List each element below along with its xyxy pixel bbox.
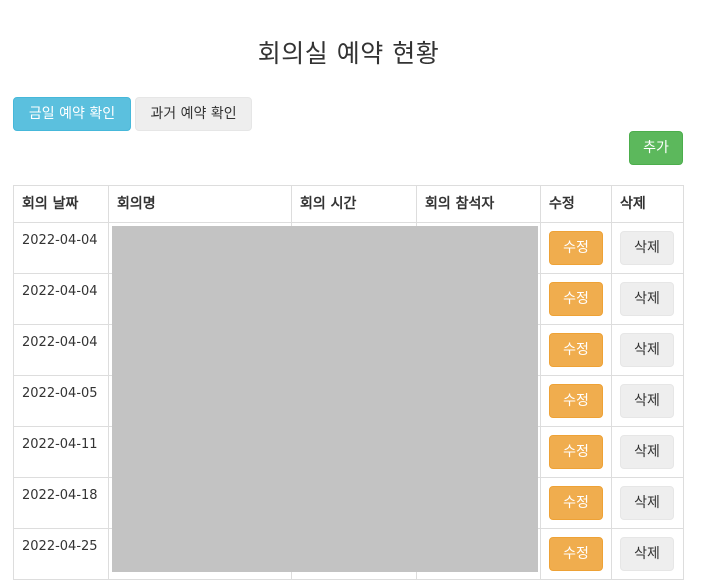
past-reservations-button[interactable]: 과거 예약 확인	[135, 97, 252, 131]
today-reservations-button[interactable]: 금일 예약 확인	[13, 97, 131, 131]
page-title: 회의실 예약 현황	[257, 39, 440, 68]
edit-button[interactable]: 수정	[549, 435, 603, 469]
header-meeting-time: 회의 시간	[291, 185, 417, 223]
edit-button[interactable]: 수정	[549, 282, 603, 316]
meeting-date: 2022-04-04	[13, 273, 109, 325]
delete-cell: 삭제	[611, 324, 684, 376]
delete-cell: 삭제	[611, 477, 684, 529]
add-button[interactable]: 추가	[629, 131, 683, 165]
delete-button[interactable]: 삭제	[620, 486, 674, 520]
header-date: 회의 날짜	[13, 185, 109, 223]
meeting-date: 2022-04-04	[13, 222, 109, 274]
meeting-date: 2022-04-18	[13, 477, 109, 529]
header-meeting-name: 회의명	[108, 185, 292, 223]
edit-cell: 수정	[540, 324, 612, 376]
delete-button[interactable]: 삭제	[620, 537, 674, 571]
delete-button[interactable]: 삭제	[620, 333, 674, 367]
delete-cell: 삭제	[611, 273, 684, 325]
edit-cell: 수정	[540, 528, 612, 580]
delete-cell: 삭제	[611, 426, 684, 478]
edit-button[interactable]: 수정	[549, 537, 603, 571]
delete-cell: 삭제	[611, 528, 684, 580]
edit-cell: 수정	[540, 273, 612, 325]
edit-cell: 수정	[540, 222, 612, 274]
edit-cell: 수정	[540, 375, 612, 427]
edit-cell: 수정	[540, 426, 612, 478]
delete-button[interactable]: 삭제	[620, 435, 674, 469]
meeting-date: 2022-04-11	[13, 426, 109, 478]
edit-button[interactable]: 수정	[549, 486, 603, 520]
table-header-row: 회의 날짜 회의명 회의 시간 회의 참석자 수정 삭제	[13, 185, 684, 223]
header-delete: 삭제	[611, 185, 684, 223]
redacted-area	[112, 226, 538, 572]
delete-button[interactable]: 삭제	[620, 231, 674, 265]
delete-cell: 삭제	[611, 222, 684, 274]
delete-button[interactable]: 삭제	[620, 282, 674, 316]
edit-button[interactable]: 수정	[549, 384, 603, 418]
delete-button[interactable]: 삭제	[620, 384, 674, 418]
meeting-date: 2022-04-05	[13, 375, 109, 427]
header-edit: 수정	[540, 185, 612, 223]
edit-button[interactable]: 수정	[549, 231, 603, 265]
meeting-date: 2022-04-25	[13, 528, 109, 580]
meeting-date: 2022-04-04	[13, 324, 109, 376]
header-attendees: 회의 참석자	[416, 185, 541, 223]
delete-cell: 삭제	[611, 375, 684, 427]
edit-cell: 수정	[540, 477, 612, 529]
edit-button[interactable]: 수정	[549, 333, 603, 367]
